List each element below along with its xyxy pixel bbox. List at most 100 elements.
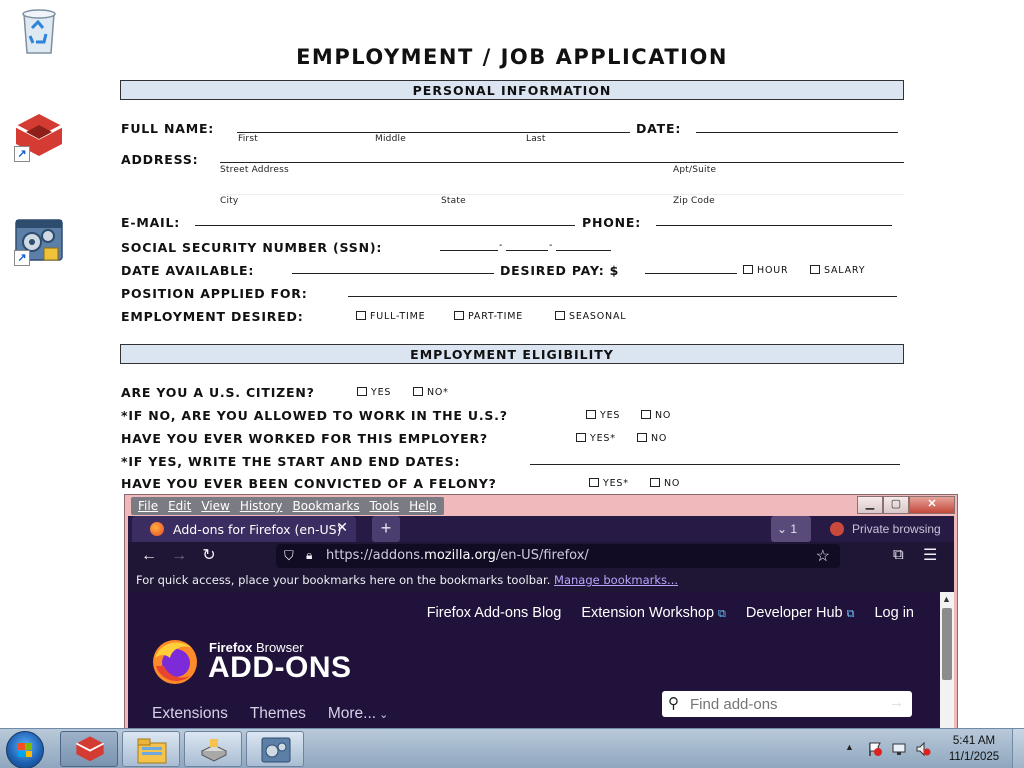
scroll-up-arrow-icon[interactable]: ▲	[942, 594, 951, 604]
system-clock[interactable]: 5:41 AM 11/1/2025	[938, 733, 1010, 765]
scrollbar-thumb[interactable]	[942, 608, 952, 680]
link-extension-workshop[interactable]: Extension Workshop ⧉	[581, 605, 726, 621]
link-developer-hub[interactable]: Developer Hub ⧉	[746, 605, 855, 621]
first-sublabel: First	[238, 134, 258, 144]
felony-yes-checkbox[interactable]	[589, 478, 599, 487]
menu-edit[interactable]: Edit	[163, 497, 196, 515]
desired-pay-field[interactable]	[645, 273, 737, 274]
private-browsing-indicator: Private browsing	[830, 516, 941, 542]
position-field[interactable]	[348, 296, 897, 297]
salary-checkbox[interactable]	[810, 265, 820, 274]
search-submit-arrow-icon[interactable]: →	[889, 694, 904, 711]
bookmark-star-icon[interactable]: ☆	[816, 546, 830, 566]
nav-themes[interactable]: Themes	[250, 705, 306, 723]
show-desktop-button[interactable]	[1012, 729, 1024, 768]
action-center-flag-icon[interactable]	[867, 741, 883, 757]
taskbar-app-red-box[interactable]	[60, 731, 118, 767]
back-arrow-icon[interactable]: ←	[138, 545, 160, 567]
brand-addons[interactable]: ADD-ONS	[208, 651, 352, 685]
full-time-checkbox[interactable]	[356, 311, 366, 320]
taskbar-drive-app[interactable]	[184, 731, 242, 767]
reload-icon[interactable]: ↻	[198, 545, 220, 567]
worked-yes-option[interactable]: YES*	[576, 433, 616, 444]
url-text[interactable]: https://addons.mozilla.org/en-US/firefox…	[326, 548, 589, 563]
worked-no-label: NO	[651, 433, 668, 444]
allowed-yes-checkbox[interactable]	[586, 410, 596, 419]
extensions-puzzle-icon[interactable]: ⧉	[893, 546, 904, 563]
citizen-no-option[interactable]: NO*	[413, 387, 449, 398]
menu-bookmarks[interactable]: Bookmarks	[288, 497, 365, 515]
desired-pay-label: DESIRED PAY: $	[500, 263, 620, 278]
address-label: ADDRESS:	[121, 152, 199, 167]
tracking-shield-icon[interactable]: ⛉	[284, 548, 294, 564]
menu-view[interactable]: View	[196, 497, 234, 515]
salary-option[interactable]: SALARY	[810, 265, 865, 276]
felony-no-checkbox[interactable]	[650, 478, 660, 487]
date-field[interactable]	[696, 132, 898, 133]
start-button[interactable]	[6, 731, 44, 768]
link-addons-blog[interactable]: Firefox Add-ons Blog	[427, 605, 562, 621]
clock-date: 11/1/2025	[948, 751, 1000, 763]
folder-icon	[137, 738, 167, 764]
menu-history[interactable]: History	[235, 497, 288, 515]
ssn-part1-field[interactable]	[440, 250, 498, 251]
street-address-field[interactable]	[220, 162, 904, 163]
page-scrollbar[interactable]: ▲	[940, 592, 954, 733]
part-time-option[interactable]: PART-TIME	[454, 311, 523, 322]
hour-option[interactable]: HOUR	[743, 265, 788, 276]
city-sublabel: City	[220, 196, 239, 206]
close-window-button[interactable]: ✕	[909, 496, 955, 514]
addons-search-box[interactable]: ⚲ →	[662, 691, 912, 717]
allowed-no-option[interactable]: NO	[641, 410, 671, 421]
city-state-zip-field[interactable]	[220, 194, 904, 195]
full-time-option[interactable]: FULL-TIME	[356, 311, 425, 322]
citizen-yes-checkbox[interactable]	[357, 387, 367, 396]
part-time-checkbox[interactable]	[454, 311, 464, 320]
worked-no-checkbox[interactable]	[637, 433, 647, 442]
show-hidden-icons-arrow-icon[interactable]: ▲	[845, 742, 854, 752]
volume-muted-icon[interactable]	[915, 741, 931, 757]
hamburger-menu-icon[interactable]: ☰	[923, 545, 937, 565]
firefox-window[interactable]: File Edit View History Bookmarks Tools H…	[124, 494, 958, 734]
worked-for-employer-question: HAVE YOU EVER WORKED FOR THIS EMPLOYER?	[121, 431, 488, 446]
taskbar-file-explorer[interactable]	[122, 731, 180, 767]
full-name-field[interactable]	[237, 132, 630, 133]
citizen-yes-option[interactable]: YES	[357, 387, 391, 398]
maximize-button[interactable]: ▢	[883, 496, 909, 514]
ssn-part2-field[interactable]	[506, 250, 548, 251]
network-icon[interactable]	[891, 741, 907, 757]
link-log-in[interactable]: Log in	[874, 605, 914, 621]
phone-field[interactable]	[656, 225, 892, 226]
minimize-button[interactable]: ▁	[857, 496, 883, 514]
menu-file[interactable]: File	[133, 497, 163, 515]
full-time-label: FULL-TIME	[370, 311, 426, 322]
nav-more[interactable]: More... ⌄	[328, 705, 389, 723]
new-tab-button[interactable]: +	[372, 516, 400, 542]
hour-checkbox[interactable]	[743, 265, 753, 274]
seasonal-option[interactable]: SEASONAL	[555, 311, 626, 322]
menu-tools[interactable]: Tools	[365, 497, 405, 515]
email-field[interactable]	[195, 225, 575, 226]
ssn-part3-field[interactable]	[556, 250, 611, 251]
allowed-yes-option[interactable]: YES	[586, 410, 620, 421]
forward-arrow-icon[interactable]: →	[168, 545, 190, 567]
taskbar-settings-app[interactable]	[246, 731, 304, 767]
address-bar[interactable]: ⛉ 🔒︎ https://addons.mozilla.org/en-US/fi…	[276, 544, 840, 568]
allowed-no-checkbox[interactable]	[641, 410, 651, 419]
felony-yes-option[interactable]: YES*	[589, 478, 629, 489]
tab-close-icon[interactable]: ✕	[336, 520, 348, 536]
citizen-no-checkbox[interactable]	[413, 387, 423, 396]
addons-search-input[interactable]	[690, 693, 880, 715]
start-end-dates-field[interactable]	[530, 464, 900, 465]
lock-icon[interactable]: 🔒︎	[306, 548, 312, 563]
seasonal-checkbox[interactable]	[555, 311, 565, 320]
menu-help[interactable]: Help	[404, 497, 441, 515]
worked-yes-checkbox[interactable]	[576, 433, 586, 442]
list-all-tabs-button[interactable]: ⌄ 1	[771, 516, 811, 542]
nav-extensions[interactable]: Extensions	[152, 705, 228, 723]
tab-addons[interactable]: Add-ons for Firefox (en-US) ✕	[132, 516, 356, 542]
manage-bookmarks-link[interactable]: Manage bookmarks...	[554, 573, 678, 587]
worked-no-option[interactable]: NO	[637, 433, 667, 444]
date-available-field[interactable]	[292, 273, 494, 274]
felony-no-option[interactable]: NO	[650, 478, 680, 489]
